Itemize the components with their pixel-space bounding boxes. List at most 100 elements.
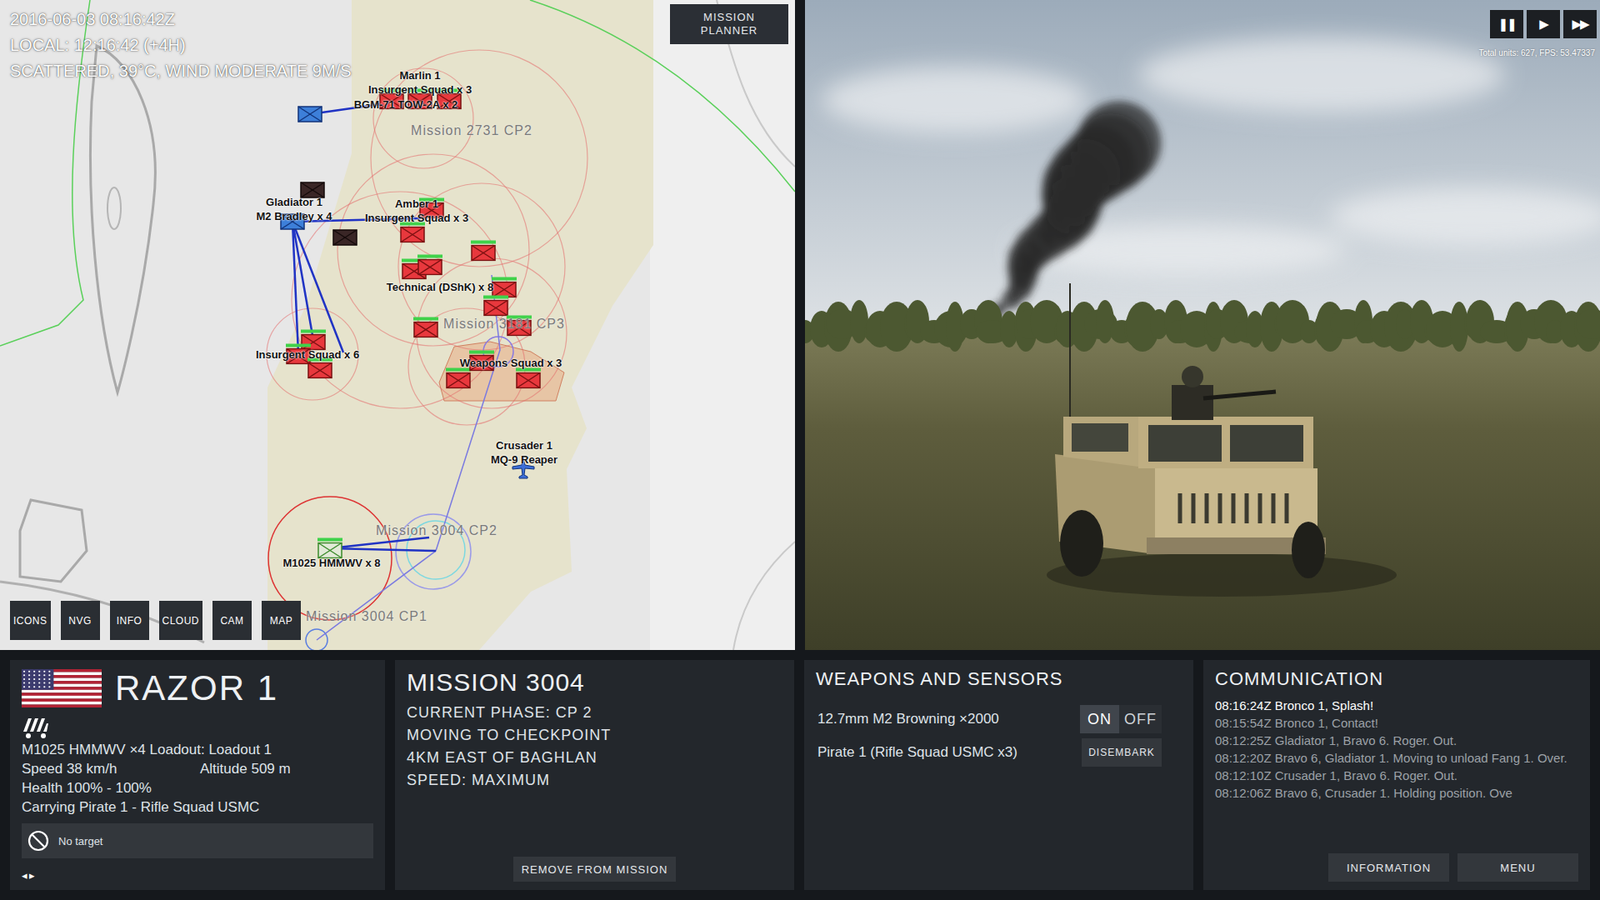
- unit-speed: Speed 38 km/h: [21, 759, 200, 779]
- map-label: Mission 2731 CP2: [410, 123, 533, 139]
- sim-controls: ❚❚▶▶▶: [1490, 10, 1597, 39]
- unit-marker[interactable]: [307, 358, 333, 380]
- pager-arrow[interactable]: ▸: [29, 870, 35, 882]
- mission-status: SPEED: MAXIMUM: [406, 769, 783, 792]
- unit-marker[interactable]: [317, 538, 343, 560]
- unit-panel: RAZOR 1 M1025 HMMWV ×4 Loadout: Loadout 1…: [10, 660, 385, 890]
- disembark-button[interactable]: DISEMBARK: [1081, 738, 1162, 767]
- us-flag-icon: [21, 669, 102, 708]
- unit-icon: [483, 300, 509, 317]
- map-toolbar-button[interactable]: INFO: [110, 600, 150, 640]
- unit-name: RAZOR 1: [115, 668, 279, 709]
- unit-marker[interactable]: [515, 368, 541, 390]
- unit-icon: [515, 372, 541, 390]
- unit-marker[interactable]: [413, 317, 439, 339]
- message: 08:16:24Z Bronco 1, Splash!: [1215, 696, 1579, 715]
- map-toolbar-button[interactable]: MAP: [261, 600, 301, 640]
- tactical-map[interactable]: Marlin 1 Insurgent Squad x 3 BGM-71 TOW-2A…: [0, 0, 795, 650]
- unit-details: M1025 HMMWV ×4 Loadout: Loadout 1: [21, 740, 374, 760]
- map-label: Mission 3181 CP3: [443, 316, 565, 332]
- map-label: BGM-71 TOW-2A x 2: [354, 98, 459, 111]
- unit-marker[interactable]: [400, 222, 425, 244]
- unit-marker[interactable]: [417, 255, 443, 276]
- map-label: Gladiator 1: [265, 195, 323, 209]
- map-label: Insurgent Squad x 3: [365, 211, 469, 225]
- unit-marker[interactable]: [445, 368, 471, 390]
- mission-panel: MISSION 3004 CURRENT PHASE: CP 2MOVING TO…: [395, 660, 795, 890]
- scene-picture: [805, 0, 1600, 650]
- health-bar: [300, 330, 326, 334]
- sim-stats: Total units: 627, FPS: 53.47337: [1478, 48, 1595, 58]
- 3d-view[interactable]: ❚❚▶▶▶Total units: 627, FPS: 53.47337: [805, 0, 1600, 650]
- unit-icon: [307, 362, 333, 380]
- message: 08:12:25Z Gladiator 1, Bravo 6. Roger. O…: [1215, 731, 1579, 750]
- no-target-icon: [26, 829, 50, 853]
- unit-marker[interactable]: [300, 330, 326, 351]
- unit-altitude: Altitude 509 m: [200, 759, 291, 779]
- toggle-option[interactable]: ON: [1080, 705, 1120, 734]
- weapon-row: 12.7mm M2 Browning ×2000ONOFF: [815, 703, 1182, 735]
- cargo-row: Pirate 1 (Rifle Squad USMC x3)DISEMBARK: [815, 736, 1182, 769]
- target-field[interactable]: No target: [21, 823, 374, 859]
- comm-button[interactable]: MENU: [1457, 853, 1579, 882]
- message: 08:15:54Z Bronco 1, Contact!: [1215, 714, 1579, 732]
- map-label: Amber 1: [395, 197, 439, 210]
- map-label: Weapons Squad x 3: [460, 356, 563, 370]
- map-label: Mission 3004 CP2: [375, 523, 498, 539]
- map-label: Technical (DShK) x 8: [386, 280, 494, 294]
- health-bar: [317, 538, 343, 542]
- mission-status: MOVING TO CHECKPOINT: [406, 724, 783, 747]
- unit-icon: [332, 229, 358, 246]
- map-toolbar-button[interactable]: CLOUD: [159, 600, 204, 640]
- remove-from-mission-button[interactable]: REMOVE FROM MISSION: [513, 856, 677, 882]
- health-bar: [491, 277, 517, 281]
- map-toolbar-button[interactable]: CAM: [212, 600, 252, 640]
- health-bar: [413, 317, 439, 321]
- health-bar: [469, 350, 495, 355]
- map-label: Marlin 1: [399, 69, 440, 82]
- unit-icon: [470, 245, 496, 262]
- unit-marker[interactable]: [332, 229, 358, 246]
- mission-status: CURRENT PHASE: CP 2: [406, 701, 783, 725]
- sim-speed-button[interactable]: ▶: [1526, 10, 1560, 39]
- map-label: Insurgent Squad x 6: [255, 348, 360, 361]
- unit-pager: ◂▸: [21, 870, 374, 882]
- unit-marker[interactable]: [483, 295, 509, 317]
- unit-icon: [417, 259, 443, 276]
- weapons-panel: WEAPONS AND SENSORS 12.7mm M2 Browning ×2…: [804, 660, 1194, 890]
- map-label: Mission 3004 CP1: [305, 609, 428, 625]
- map-toolbar-button[interactable]: NVG: [60, 600, 100, 640]
- health-bar: [417, 255, 443, 259]
- panel-title: COMMUNICATION: [1215, 668, 1579, 690]
- map-label: M2 Bradley x 4: [255, 210, 332, 223]
- mission-status: 4KM EAST OF BAGHLAN: [406, 746, 783, 770]
- map-toolbar: ICONSNVGINFOCLOUDCAMMAP: [10, 600, 301, 640]
- unit-icon: [413, 321, 439, 339]
- unit-cargo: Carrying Pirate 1 - Rifle Squad USMC: [21, 797, 374, 817]
- message: 08:12:20Z Bravo 6, Gladiator 1. Moving t…: [1215, 749, 1579, 767]
- pager-arrow[interactable]: ◂: [21, 870, 28, 882]
- health-bar: [285, 344, 311, 348]
- communication-panel: COMMUNICATION 08:16:24Z Bronco 1, Splash!…: [1203, 660, 1590, 890]
- map-label: Crusader 1: [495, 439, 553, 452]
- map-label: MQ-9 Reaper: [490, 453, 558, 466]
- map-toolbar-button[interactable]: ICONS: [10, 600, 51, 640]
- sim-speed-button[interactable]: ❚❚: [1490, 10, 1524, 39]
- unit-icon: [297, 105, 323, 123]
- health-bar: [483, 295, 509, 300]
- mission-title: MISSION 3004: [406, 668, 783, 697]
- environment-info: 2016-06-03 08:16:42ZLOCAL: 12:16:42 (+4H…: [10, 6, 352, 85]
- toggle-option[interactable]: OFF: [1119, 705, 1162, 734]
- unit-marker[interactable]: [470, 240, 496, 262]
- game-screen: Marlin 1 Insurgent Squad x 3 BGM-71 TOW-2A…: [0, 0, 1600, 900]
- unit-icon: [445, 372, 471, 390]
- mission-planner-button[interactable]: MISSION PLANNER: [670, 4, 789, 45]
- comm-button[interactable]: INFORMATION: [1328, 853, 1450, 882]
- message: 08:12:06Z Bravo 6, Crusader 1. Holding p…: [1215, 784, 1579, 802]
- sim-speed-button[interactable]: ▶▶: [1563, 10, 1597, 39]
- panel-title: WEAPONS AND SENSORS: [815, 668, 1182, 690]
- message: 08:12:10Z Crusader 1, Bravo 6. Roger. Ou…: [1215, 766, 1579, 785]
- weapon-toggle: ONOFF: [1080, 705, 1162, 734]
- unit-marker[interactable]: [297, 105, 323, 123]
- health-bar: [470, 240, 496, 245]
